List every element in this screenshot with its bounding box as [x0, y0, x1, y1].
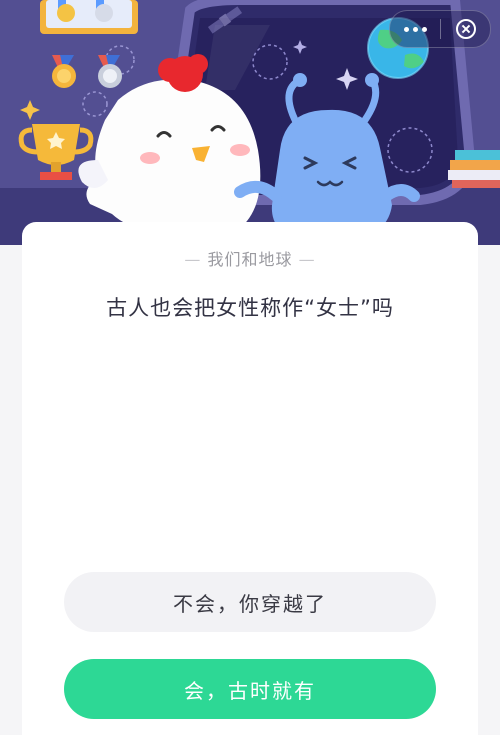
category-header: — 我们和地球 —	[184, 250, 316, 269]
answer-option-label: 不会，你穿越了	[173, 591, 327, 616]
answer-option-2[interactable]: 会，古时就有	[64, 659, 436, 719]
answer-option-1[interactable]: 不会，你穿越了	[64, 572, 436, 632]
more-button[interactable]	[390, 11, 440, 47]
close-circle-icon	[455, 19, 476, 39]
mini-program-capsule	[389, 10, 491, 48]
question-text: 古人也会把女性称作“女士”吗	[106, 296, 394, 320]
question-card: — 我们和地球 — 古人也会把女性称作“女士”吗 不会，你穿越了 会，古时就有	[22, 222, 478, 735]
more-dots-icon	[403, 26, 409, 32]
illustration-banner	[0, 0, 500, 245]
answer-option-label: 会，古时就有	[184, 678, 316, 703]
close-button[interactable]	[441, 11, 490, 47]
category-label: 我们和地球	[207, 250, 293, 269]
